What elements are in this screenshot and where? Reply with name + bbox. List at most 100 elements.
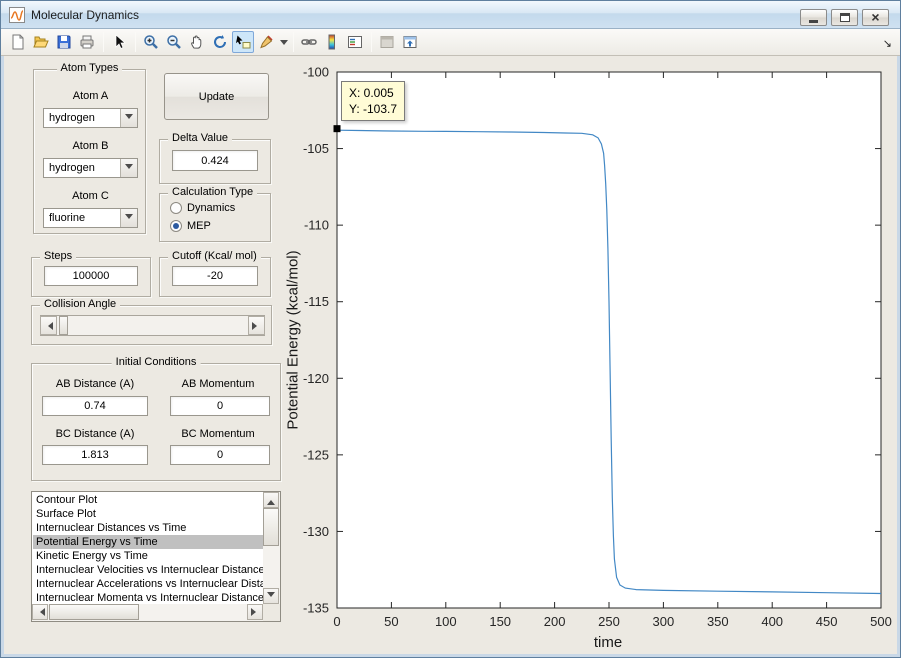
scroll-up-button[interactable] (263, 492, 279, 508)
atom-b-dropdown[interactable]: hydrogen (43, 158, 138, 178)
list-item-internuclear-accelerations[interactable]: Internuclear Accelerations vs Internucle… (33, 577, 263, 591)
list-item-internuclear-velocities[interactable]: Internuclear Velocities vs Internuclear … (33, 563, 263, 577)
save-figure-button[interactable] (53, 31, 75, 53)
toolbar-separator (103, 32, 104, 52)
list-item-surface-plot[interactable]: Surface Plot (33, 507, 263, 521)
svg-text:200: 200 (544, 614, 566, 629)
radio-dynamics[interactable]: Dynamics (170, 202, 235, 214)
atom-c-label: Atom C (34, 190, 147, 202)
window-title: Molecular Dynamics (31, 8, 139, 22)
svg-text:100: 100 (435, 614, 457, 629)
initial-conditions-panel: Initial Conditions AB Distance (A) AB Mo… (31, 363, 281, 481)
svg-text:300: 300 (653, 614, 675, 629)
hide-plot-tools-button[interactable] (376, 31, 398, 53)
horizontal-scrollbar[interactable] (32, 604, 263, 621)
minimize-button[interactable] (800, 9, 827, 26)
insert-colorbar-icon (324, 34, 340, 50)
steps-panel: Steps (31, 257, 151, 297)
ab-distance-input[interactable] (42, 396, 148, 416)
svg-text:-110: -110 (304, 218, 329, 233)
brush-button[interactable] (255, 31, 277, 53)
list-item-potential-energy[interactable]: Potential Energy vs Time (33, 535, 263, 549)
bc-momentum-label: BC Momentum (162, 428, 274, 440)
slider-thumb[interactable] (59, 316, 68, 335)
plot-type-list: Contour Plot Surface Plot Internuclear D… (33, 493, 263, 604)
ab-distance-label: AB Distance (A) (36, 378, 154, 390)
open-file-button[interactable] (30, 31, 52, 53)
steps-input[interactable] (44, 266, 138, 286)
dropdown-arrow-icon (120, 209, 137, 227)
list-item-kinetic-energy[interactable]: Kinetic Energy vs Time (33, 549, 263, 563)
atom-a-value: hydrogen (44, 109, 120, 127)
minimize-icon (809, 20, 818, 23)
collision-angle-slider[interactable] (40, 315, 265, 336)
dock-figure-icon (402, 34, 418, 50)
figure-window: Molecular Dynamics (0, 0, 901, 658)
vertical-scrollbar[interactable] (263, 492, 280, 604)
atom-c-dropdown[interactable]: fluorine (43, 208, 138, 228)
delta-value-panel: Delta Value (159, 139, 271, 184)
list-item-internuclear-momenta[interactable]: Internuclear Momenta vs Internuclear Dis… (33, 591, 263, 604)
data-tip[interactable]: X: 0.005 Y: -103.7 (341, 81, 405, 121)
data-cursor-button[interactable] (232, 31, 254, 53)
toolbar-overflow-icon[interactable] (883, 37, 892, 50)
svg-text:-120: -120 (303, 371, 329, 386)
pan-icon (189, 34, 205, 50)
scroll-left-button[interactable] (32, 604, 48, 620)
atom-b-label: Atom B (34, 140, 147, 152)
insert-colorbar-button[interactable] (321, 31, 343, 53)
radio-mep[interactable]: MEP (170, 220, 211, 232)
dock-figure-button[interactable] (399, 31, 421, 53)
delta-value-input[interactable] (172, 150, 258, 171)
svg-text:150: 150 (489, 614, 511, 629)
ab-momentum-input[interactable] (170, 396, 270, 416)
maximize-button[interactable] (831, 9, 858, 26)
delta-value-panel-title: Delta Value (168, 132, 232, 144)
edit-plot-button[interactable] (108, 31, 130, 53)
zoom-in-button[interactable] (140, 31, 162, 53)
bc-momentum-input[interactable] (170, 445, 270, 465)
list-item-internuclear-distances[interactable]: Internuclear Distances vs Time (33, 521, 263, 535)
svg-text:-100: -100 (303, 65, 329, 80)
ab-momentum-label: AB Momentum (162, 378, 274, 390)
collision-angle-panel: Collision Angle (31, 305, 272, 345)
atom-a-dropdown[interactable]: hydrogen (43, 108, 138, 128)
radio-dynamics-icon (170, 202, 182, 214)
slider-right-arrow[interactable] (248, 316, 265, 335)
rotate-3d-button[interactable] (209, 31, 231, 53)
insert-legend-button[interactable] (344, 31, 366, 53)
scroll-down-button[interactable] (263, 588, 279, 604)
list-item-contour-plot[interactable]: Contour Plot (33, 493, 263, 507)
update-button[interactable]: Update (164, 73, 269, 120)
svg-text:-130: -130 (303, 524, 329, 539)
toolbar-separator (135, 32, 136, 52)
zoom-out-button[interactable] (163, 31, 185, 53)
y-axis-label: Potential Energy (kcal/mol) (285, 250, 302, 429)
vertical-scroll-thumb[interactable] (263, 508, 279, 546)
save-figure-icon (56, 34, 72, 50)
radio-mep-label: MEP (187, 220, 211, 232)
atom-a-label: Atom A (34, 90, 147, 102)
horizontal-scroll-thumb[interactable] (49, 604, 139, 620)
close-button[interactable] (862, 9, 889, 26)
link-plot-button[interactable] (298, 31, 320, 53)
hide-plot-tools-icon (379, 34, 395, 50)
scroll-right-button[interactable] (247, 604, 263, 620)
brush-dropdown-button[interactable] (278, 31, 289, 53)
pan-button[interactable] (186, 31, 208, 53)
plot-type-listbox[interactable]: Contour Plot Surface Plot Internuclear D… (31, 491, 281, 622)
brush-dropdown-icon (280, 40, 288, 49)
print-figure-button[interactable] (76, 31, 98, 53)
zoom-out-icon (166, 34, 182, 50)
chart-plot-area[interactable]: 050100150200250300350400450500-135-130-1… (281, 56, 901, 658)
toolbar-separator (293, 32, 294, 52)
brush-icon (258, 34, 274, 50)
atom-types-panel-title: Atom Types (57, 62, 123, 74)
title-bar[interactable]: Molecular Dynamics (1, 1, 900, 29)
bc-distance-input[interactable] (42, 445, 148, 465)
new-figure-button[interactable] (7, 31, 29, 53)
toolbar-separator (371, 32, 372, 52)
slider-left-arrow[interactable] (40, 316, 57, 335)
atom-types-panel: Atom Types Atom A hydrogen Atom B hydrog… (33, 69, 146, 234)
cutoff-input[interactable] (172, 266, 258, 286)
